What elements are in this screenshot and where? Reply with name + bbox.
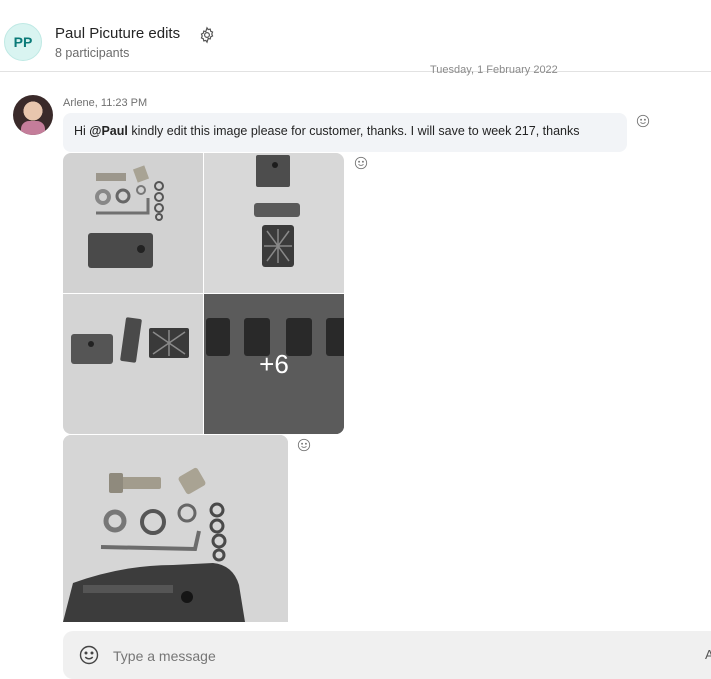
more-images-tile[interactable]: +6 (204, 294, 344, 434)
hardware-photo (63, 435, 288, 622)
hardware-photo (254, 155, 300, 267)
format-button[interactable]: A (705, 647, 711, 662)
hardware-photo (88, 165, 164, 268)
message-meta: Arlene, 11:23 PM (63, 97, 148, 109)
image-thumbnail[interactable] (63, 294, 203, 434)
smiley-icon[interactable] (636, 114, 650, 128)
gear-icon[interactable] (198, 26, 216, 44)
smiley-icon[interactable] (79, 645, 99, 665)
smiley-icon[interactable] (297, 438, 311, 452)
sender-avatar[interactable] (13, 95, 53, 135)
chat-header: PP Paul Picuture edits 8 participants Tu… (0, 0, 711, 76)
image-attachment[interactable] (63, 435, 288, 622)
image-thumbnail[interactable] (204, 153, 344, 293)
message-text-prefix: Hi (74, 124, 90, 138)
more-images-count[interactable]: +6 (204, 294, 344, 434)
message-composer: A (63, 631, 711, 679)
message-bubble[interactable]: Hi @Paul kindly edit this image please f… (63, 113, 627, 152)
image-grid: +6 (63, 153, 344, 434)
image-thumbnail[interactable] (63, 153, 203, 293)
hardware-photo (71, 317, 189, 364)
message-text-suffix: kindly edit this image please for custom… (127, 124, 580, 138)
message-input[interactable] (111, 643, 675, 669)
group-avatar[interactable]: PP (4, 23, 42, 61)
smiley-icon[interactable] (354, 156, 368, 170)
mention-paul[interactable]: @Paul (89, 124, 128, 138)
participant-count[interactable]: 8 participants (55, 46, 129, 60)
chat-title[interactable]: Paul Picuture edits (55, 25, 180, 42)
date-separator: Tuesday, 1 February 2022 (430, 64, 558, 76)
